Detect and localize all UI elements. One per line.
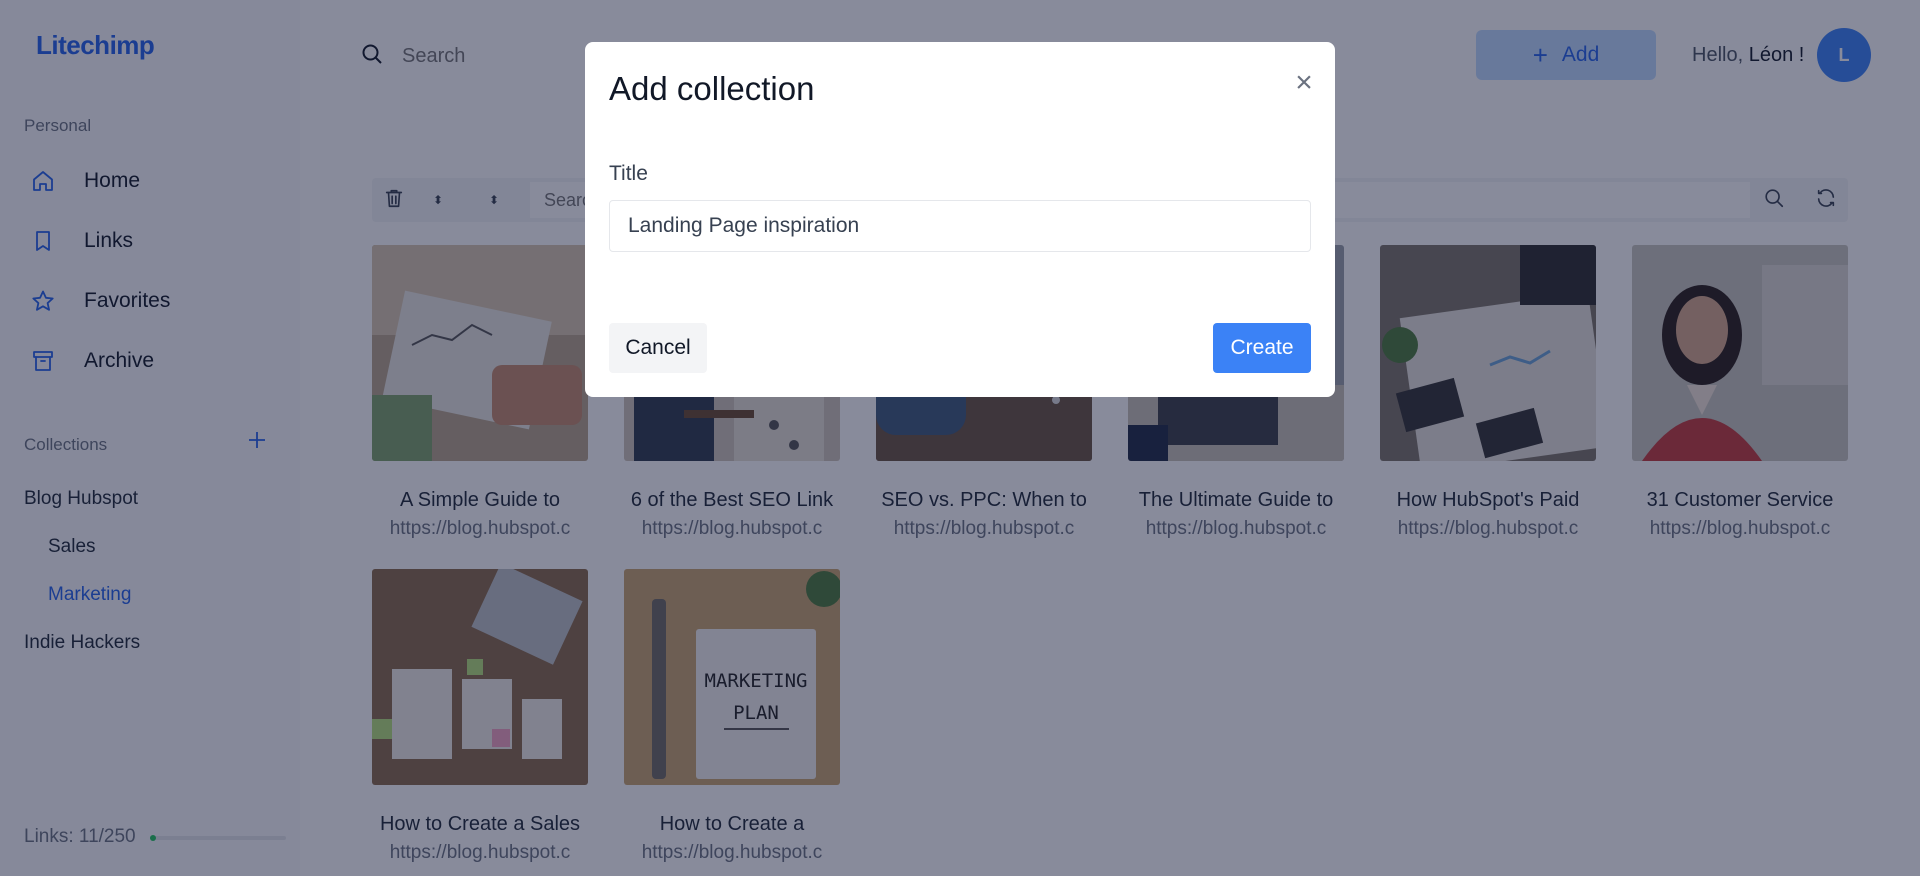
close-icon[interactable]: × — [1289, 68, 1319, 98]
cancel-button[interactable]: Cancel — [609, 323, 707, 373]
modal-title: Add collection — [609, 70, 815, 107]
title-field[interactable] — [609, 200, 1311, 252]
title-field-label: Title — [609, 162, 648, 185]
create-button[interactable]: Create — [1213, 323, 1311, 373]
add-collection-modal: Add collection × Title Cancel Create — [585, 42, 1335, 397]
